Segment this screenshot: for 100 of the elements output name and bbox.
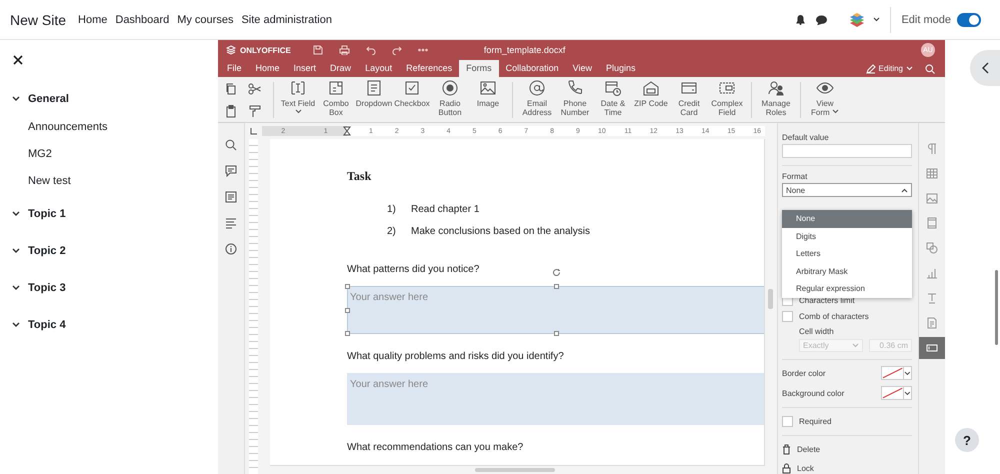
dropdown-option[interactable]: Letters bbox=[782, 245, 912, 262]
course-item[interactable]: Announcements bbox=[0, 114, 218, 141]
tab-stop-icon[interactable] bbox=[250, 127, 258, 135]
field-label: Cell width bbox=[799, 327, 835, 336]
field-label: Background color bbox=[782, 388, 844, 398]
color-picker[interactable] bbox=[881, 366, 912, 380]
toolbar-button[interactable]: Checkbox bbox=[393, 78, 431, 120]
section-title[interactable]: Topic 4 bbox=[28, 318, 66, 330]
menu-tab[interactable]: Insert bbox=[286, 60, 324, 77]
resize-handle[interactable] bbox=[345, 284, 350, 289]
nav-link[interactable]: Dashboard bbox=[115, 14, 170, 26]
header-footer-icon bbox=[926, 217, 938, 229]
toolbar-button[interactable]: View Form bbox=[806, 78, 844, 120]
info-icon[interactable] bbox=[225, 243, 237, 255]
edit-mode-toggle[interactable] bbox=[957, 12, 981, 26]
menu-tab[interactable]: Draw bbox=[323, 60, 358, 77]
close-icon[interactable] bbox=[12, 54, 24, 66]
toolbar-button[interactable]: Date & Time bbox=[594, 78, 632, 120]
resize-handle[interactable] bbox=[554, 331, 559, 336]
paste-icon[interactable] bbox=[224, 104, 238, 118]
lock-icon bbox=[782, 462, 791, 474]
collapse-button[interactable] bbox=[970, 50, 1000, 86]
menu-tab[interactable]: File bbox=[220, 60, 249, 77]
chat-icon[interactable] bbox=[816, 14, 828, 24]
document-outline-icon[interactable] bbox=[225, 191, 237, 203]
shape-icon bbox=[926, 242, 938, 254]
lines-icon[interactable] bbox=[225, 217, 237, 229]
more-icon[interactable] bbox=[418, 48, 428, 52]
checkbox[interactable] bbox=[782, 310, 793, 322]
toolbar-button[interactable]: Credit Card bbox=[670, 78, 708, 120]
toolbar-button[interactable]: Phone Number bbox=[556, 78, 594, 120]
nav-link[interactable]: Home bbox=[78, 14, 108, 26]
section-title[interactable]: Topic 1 bbox=[28, 208, 66, 220]
dropdown-option[interactable]: None bbox=[782, 210, 912, 228]
scrollbar-thumb[interactable] bbox=[995, 270, 998, 345]
format-select[interactable]: None bbox=[782, 183, 912, 197]
checkbox[interactable] bbox=[782, 416, 793, 426]
chevron-icon[interactable] bbox=[12, 210, 20, 216]
format-painter-icon[interactable] bbox=[248, 104, 262, 118]
toolbar-button[interactable]: Dropdown bbox=[355, 78, 393, 120]
search-icon[interactable] bbox=[925, 64, 935, 74]
copy-icon[interactable] bbox=[224, 82, 238, 96]
toolbar-button[interactable]: Complex Field bbox=[708, 78, 746, 120]
section-title[interactable]: Topic 2 bbox=[28, 244, 66, 256]
help-button[interactable]: ? bbox=[955, 428, 979, 452]
menu-tab[interactable]: References bbox=[399, 60, 460, 77]
dropdown-option[interactable]: Arbitrary Mask bbox=[782, 262, 912, 280]
section-title[interactable]: General bbox=[28, 93, 69, 105]
list-item-text: Read chapter 1 bbox=[411, 203, 480, 217]
side-tab[interactable] bbox=[918, 337, 945, 359]
toolbar-button[interactable]: Email Address bbox=[518, 78, 556, 120]
print-icon[interactable] bbox=[338, 45, 350, 55]
chevron-icon[interactable] bbox=[12, 248, 20, 254]
chevron-icon[interactable] bbox=[12, 284, 20, 290]
save-icon[interactable] bbox=[312, 45, 323, 55]
dropdown-option[interactable]: Digits bbox=[782, 228, 912, 245]
search-icon[interactable] bbox=[225, 139, 237, 151]
dropdown-option[interactable]: Regular expression bbox=[782, 280, 912, 298]
course-item[interactable]: New test bbox=[0, 168, 218, 195]
menu-tab[interactable]: Layout bbox=[358, 60, 400, 77]
resize-handle[interactable] bbox=[345, 308, 350, 313]
stacked-layers-icon[interactable] bbox=[849, 12, 866, 28]
chevron-icon[interactable] bbox=[12, 322, 20, 328]
toolbar-button[interactable]: Image bbox=[469, 78, 507, 120]
menu-tab[interactable]: Forms bbox=[459, 60, 499, 77]
panel-action[interactable]: Lock bbox=[782, 461, 814, 474]
rotate-handle-icon[interactable] bbox=[552, 268, 561, 277]
nav-link[interactable]: Site administration bbox=[241, 14, 332, 26]
resize-handle[interactable] bbox=[345, 331, 350, 336]
toolbar-button[interactable]: Manage Roles bbox=[757, 78, 795, 120]
redo-icon[interactable] bbox=[392, 45, 402, 55]
comment-icon[interactable] bbox=[225, 165, 237, 177]
menu-tab[interactable]: View bbox=[566, 60, 600, 77]
toolbar-button[interactable]: Combo Box bbox=[317, 78, 355, 120]
section-title[interactable]: Topic 3 bbox=[28, 282, 66, 294]
editing-mode-button[interactable]: Editing bbox=[866, 60, 913, 77]
chevron-left-icon bbox=[982, 62, 988, 74]
stack-logo-icon bbox=[226, 45, 236, 55]
menu-tab[interactable]: Home bbox=[248, 60, 287, 77]
edit-mode-label: Edit mode bbox=[901, 14, 951, 26]
menu-tab[interactable]: Plugins bbox=[599, 60, 643, 77]
menu-tab[interactable]: Collaboration bbox=[498, 60, 566, 77]
default-value-field[interactable] bbox=[782, 144, 912, 158]
chevron-icon[interactable] bbox=[12, 96, 20, 102]
toolbar-button[interactable]: ZIP Code bbox=[632, 78, 670, 120]
indent-marker-icon[interactable] bbox=[343, 126, 351, 136]
toolbar-button[interactable]: Radio Button bbox=[431, 78, 469, 120]
undo-icon[interactable] bbox=[366, 45, 376, 55]
people-icon bbox=[767, 78, 785, 96]
resize-handle[interactable] bbox=[554, 284, 559, 289]
color-picker[interactable] bbox=[881, 386, 912, 400]
site-name[interactable]: New Site bbox=[10, 12, 66, 28]
course-item[interactable]: MG2 bbox=[0, 141, 218, 168]
scissors-icon[interactable] bbox=[248, 82, 262, 96]
nav-link[interactable]: My courses bbox=[177, 14, 234, 26]
panel-action[interactable]: Delete bbox=[782, 442, 820, 456]
question-text: What patterns did you notice? bbox=[347, 263, 480, 277]
toolbar-button[interactable]: Text Field bbox=[279, 78, 317, 120]
house-icon bbox=[642, 78, 660, 96]
bell-icon[interactable] bbox=[795, 14, 806, 25]
